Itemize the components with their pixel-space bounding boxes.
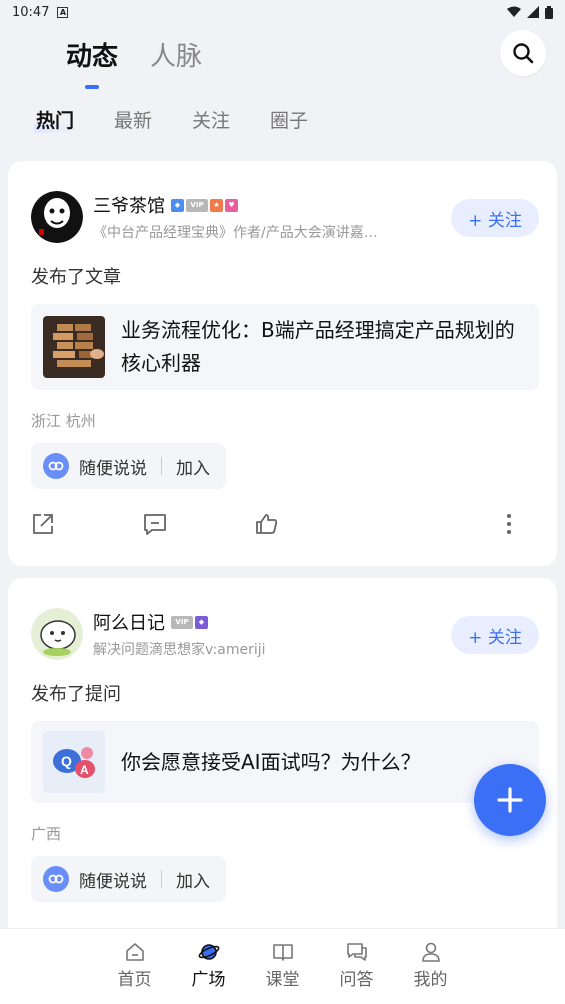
post-action: 发布了文章 (31, 267, 121, 288)
search-icon (513, 43, 534, 64)
follow-button[interactable]: + 关注 (451, 199, 539, 237)
share-icon[interactable] (31, 512, 55, 536)
plus-icon (497, 787, 523, 813)
avatar[interactable] (31, 608, 83, 660)
planet-icon (198, 944, 219, 960)
question-preview[interactable]: Q A 你会愿意接受AI面试吗？为什么？ (31, 721, 539, 803)
subtab-following[interactable]: 关注 (192, 106, 230, 133)
author-name[interactable]: 三爷茶馆 (93, 192, 165, 218)
vip-badge-icon: VIP (171, 615, 193, 629)
nav-label: 我的 (413, 970, 448, 990)
heart-badge-icon: ♥ (225, 198, 238, 212)
nav-profile[interactable]: 我的 (394, 941, 468, 1004)
nav-label: 广场 (191, 970, 226, 990)
circle-name: 随便说说 (79, 871, 147, 892)
chip-divider (161, 457, 162, 475)
post-location: 浙江 杭州 (31, 412, 96, 430)
chip-divider (161, 870, 162, 888)
comment-icon[interactable] (143, 512, 167, 536)
follow-button[interactable]: + 关注 (451, 616, 539, 654)
post-card[interactable]: 三爷茶馆 ◆ VIP ★ ♥ 《中台产品经理宝典》作者/产品大会演讲嘉… + 关… (8, 161, 557, 566)
circle-chip[interactable]: 随便说说 加入 (31, 443, 226, 489)
svg-text:A: A (80, 763, 89, 777)
author-description: 解决问题滴思想家v:ameriji (93, 642, 266, 658)
article-preview[interactable]: 业务流程优化：B端产品经理搞定产品规划的核心利器 (31, 304, 539, 390)
bottom-nav: 首页 广场 课堂 问答 我的 (0, 928, 565, 1004)
question-thumbnail: Q A (43, 731, 105, 793)
article-thumbnail (43, 316, 105, 378)
post-actions (31, 512, 521, 536)
notification-icon: A (57, 6, 69, 18)
circle-icon (43, 866, 69, 892)
tab-contacts[interactable]: 人脉 (150, 36, 202, 73)
book-icon (272, 944, 293, 961)
nav-label: 首页 (117, 970, 152, 990)
wifi-icon (507, 6, 521, 17)
circle-chip[interactable]: 随便说说 加入 (31, 856, 226, 902)
medal-badge-icon: ★ (210, 198, 223, 212)
article-title: 业务流程优化：B端产品经理搞定产品规划的核心利器 (121, 318, 515, 375)
like-icon[interactable] (255, 512, 279, 536)
search-button[interactable] (500, 30, 546, 76)
author-name[interactable]: 阿么日记 (93, 609, 165, 635)
join-circle-button[interactable]: 加入 (176, 867, 210, 892)
feed: 三爷茶馆 ◆ VIP ★ ♥ 《中台产品经理宝典》作者/产品大会演讲嘉… + 关… (8, 161, 557, 950)
avatar[interactable] (31, 191, 83, 243)
create-post-button[interactable] (474, 764, 546, 836)
author-row: 三爷茶馆 ◆ VIP ★ ♥ 《中台产品经理宝典》作者/产品大会演讲嘉… + 关… (31, 161, 539, 243)
nav-label: 问答 (339, 970, 374, 990)
nav-classroom[interactable]: 课堂 (246, 941, 320, 1004)
question-title: 你会愿意接受AI面试吗？为什么？ (121, 749, 421, 774)
sub-tabs: 热门 最新 关注 圈子 (0, 84, 565, 154)
subtab-latest[interactable]: 最新 (114, 106, 152, 133)
home-icon (125, 943, 144, 961)
top-header: 动态 人脉 (0, 24, 565, 84)
post-action: 发布了提问 (31, 684, 121, 705)
user-badges: VIP ◆ (171, 615, 208, 629)
circle-name: 随便说说 (79, 458, 147, 479)
post-location: 广西 (31, 825, 62, 843)
user-badges: ◆ VIP ★ ♥ (171, 198, 238, 212)
author-row: 阿么日记 VIP ◆ 解决问题滴思想家v:ameriji + 关注 (31, 578, 539, 660)
status-time: 10:47 (12, 4, 50, 20)
subtab-hot[interactable]: 热门 (33, 106, 79, 133)
vip-badge-icon: VIP (186, 198, 208, 212)
more-icon[interactable] (497, 512, 521, 536)
tab-dynamics[interactable]: 动态 (66, 36, 118, 73)
battery-icon (545, 5, 553, 19)
svg-text:Q: Q (61, 753, 72, 769)
circle-icon (43, 453, 69, 479)
join-circle-button[interactable]: 加入 (176, 454, 210, 479)
author-description: 《中台产品经理宝典》作者/产品大会演讲嘉… (93, 225, 378, 241)
subtab-circles[interactable]: 圈子 (270, 106, 308, 133)
nav-square[interactable]: 广场 (172, 941, 246, 1004)
level-badge-icon: ◆ (195, 615, 208, 629)
status-bar: 10:47 A (0, 0, 565, 24)
post-card[interactable]: 阿么日记 VIP ◆ 解决问题滴思想家v:ameriji + 关注 发布了提问 … (8, 578, 557, 938)
nav-home[interactable]: 首页 (98, 941, 172, 1004)
level-badge-icon: ◆ (171, 198, 184, 212)
signal-icon (527, 6, 539, 18)
chat-icon (346, 943, 367, 961)
nav-label: 课堂 (265, 970, 300, 990)
user-icon (421, 942, 440, 962)
nav-qa[interactable]: 问答 (320, 941, 394, 1004)
